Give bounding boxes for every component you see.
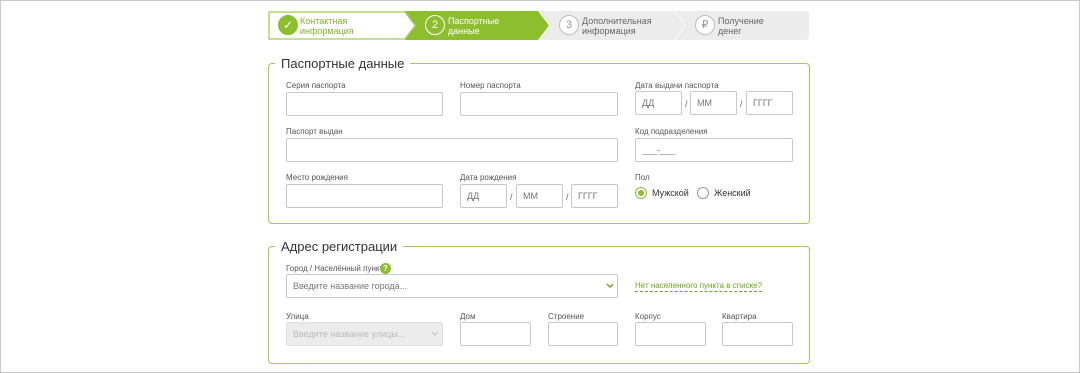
street-select[interactable]: Введите название улицы... [286, 322, 443, 346]
dept-code-label: Код подразделения [635, 127, 708, 136]
chevron-down-icon [606, 283, 614, 288]
number-input[interactable] [460, 92, 618, 116]
issued-by-label: Паспорт выдан [286, 127, 343, 136]
issue-year-input[interactable] [746, 91, 793, 115]
building-input[interactable] [548, 322, 618, 346]
building-label: Строение [548, 312, 585, 321]
number-label: Номер паспорта [460, 81, 521, 90]
step-additional-info[interactable]: 3 Дополнительная информация [539, 11, 686, 40]
passport-section-title: Паспортные данные [275, 55, 411, 72]
issue-month-input[interactable] [690, 91, 737, 115]
birthplace-input[interactable] [286, 184, 443, 208]
step-number: 2 [425, 15, 445, 35]
street-label: Улица [286, 312, 309, 321]
house-input[interactable] [460, 322, 531, 346]
city-select[interactable]: Введите название города... [286, 274, 618, 298]
step-get-money[interactable]: ₽ Получение денег [675, 11, 810, 40]
gender-label: Пол [635, 173, 650, 182]
block-label: Корпус [635, 312, 661, 321]
dept-code-input[interactable] [635, 138, 793, 162]
step-passport[interactable]: 2 Паспортные данные [405, 11, 550, 40]
date-separator: / [685, 99, 688, 109]
no-city-link[interactable]: Нет населенного пункта в списке? [635, 281, 763, 292]
gender-male-radio[interactable] [635, 187, 647, 199]
chevron-down-icon [431, 331, 439, 336]
block-input[interactable] [635, 322, 706, 346]
help-icon[interactable]: ? [380, 263, 391, 274]
birthdate-label: Дата рождения [460, 173, 517, 182]
date-separator: / [510, 192, 513, 202]
gender-male-label[interactable]: Мужской [652, 187, 689, 199]
house-label: Дом [460, 312, 476, 321]
date-separator: / [740, 99, 743, 109]
gender-female-label[interactable]: Женский [714, 187, 751, 199]
step-number: 3 [559, 15, 579, 35]
address-section-title: Адрес регистрации [275, 238, 404, 255]
gender-female-radio[interactable] [697, 187, 709, 199]
birthplace-label: Место рождения [286, 173, 348, 182]
progress-stepper: ✓ Контактная информация 2 Паспортные дан… [268, 11, 810, 40]
issue-date-label: Дата выдачи паспорта [635, 81, 719, 90]
step-label: Получение денег [718, 16, 764, 36]
passport-section: Паспортные данные Серия паспорта Номер п… [268, 55, 810, 224]
birth-month-input[interactable] [516, 184, 563, 208]
date-separator: / [566, 192, 569, 202]
city-label: Город / Населённый пункт [286, 264, 384, 273]
apartment-label: Квартира [722, 312, 757, 321]
birth-day-input[interactable] [460, 184, 507, 208]
issue-day-input[interactable] [635, 91, 682, 115]
ruble-icon: ₽ [695, 15, 715, 35]
step-label: Контактная информация [300, 16, 354, 36]
series-label: Серия паспорта [286, 81, 346, 90]
apartment-input[interactable] [722, 322, 793, 346]
step-label: Паспортные данные [448, 16, 500, 36]
step-label: Дополнительная информация [582, 16, 652, 36]
series-input[interactable] [286, 92, 443, 116]
issued-by-input[interactable] [286, 138, 618, 162]
checkmark-icon: ✓ [278, 15, 298, 35]
address-section: Адрес регистрации Город / Населённый пун… [268, 238, 810, 364]
step-contact-info[interactable]: ✓ Контактная информация [268, 11, 417, 40]
birth-year-input[interactable] [571, 184, 618, 208]
